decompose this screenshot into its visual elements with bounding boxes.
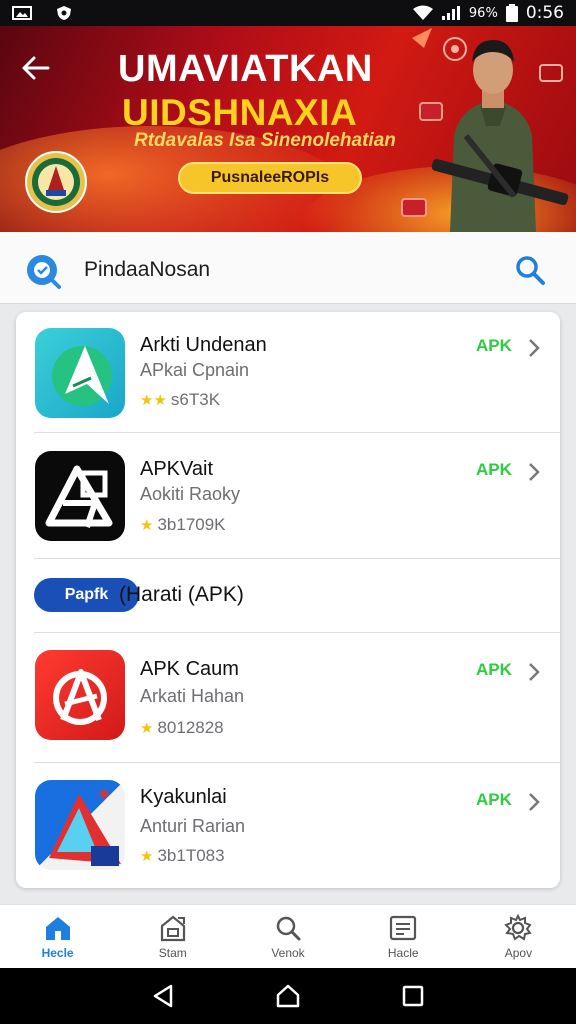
app-stat: ★ 8012828 xyxy=(140,718,224,737)
back-triangle-icon[interactable] xyxy=(149,982,177,1010)
app-developer: Aokiti Raoky xyxy=(140,484,241,504)
apk-badge: APK xyxy=(476,790,512,809)
section-header: Papfk (Harati (APK) xyxy=(16,560,560,630)
hero-subtitle: Rtdavalas Isa Sinenolehatian xyxy=(134,130,396,151)
gear-icon xyxy=(504,913,533,941)
hero-title: UMAVIATKAN xyxy=(118,48,373,90)
back-arrow-icon[interactable] xyxy=(18,50,54,86)
apk-badge: APK xyxy=(476,336,512,355)
recents-icon[interactable] xyxy=(399,982,427,1010)
chevron-right-icon xyxy=(529,663,540,681)
apk-badge: APK xyxy=(476,460,512,479)
wifi-icon xyxy=(412,5,433,20)
app-stat: ★ 3b1709K xyxy=(140,515,226,534)
app-name: APK Caum xyxy=(140,658,239,680)
battery-icon xyxy=(505,4,518,22)
signal-icon xyxy=(441,6,460,20)
app-developer: Arkati Hahan xyxy=(140,686,245,706)
star-icon: ★ xyxy=(140,848,154,865)
brand-logo-icon xyxy=(27,255,61,289)
nav-item-settings[interactable]: Apov xyxy=(461,905,576,968)
divider xyxy=(34,762,560,763)
app-developer: Anturi Rarian xyxy=(140,816,246,836)
chevron-right-icon xyxy=(529,463,540,481)
star-icon: ★ xyxy=(140,720,154,737)
bottom-nav: Hecle Stam Venok Hacle Apov xyxy=(0,904,576,968)
store-icon xyxy=(160,915,185,941)
app-row[interactable]: APKVait Aokiti Raoky ★ 3b1709K APK xyxy=(16,436,560,560)
home-icon xyxy=(45,916,70,940)
divider xyxy=(34,558,560,559)
nav-item-search[interactable]: Venok xyxy=(230,905,345,968)
nav-item-store[interactable]: Stam xyxy=(115,905,230,968)
soldier-illustration xyxy=(431,40,569,232)
app-icon xyxy=(35,650,125,740)
star-icon: ★ xyxy=(140,517,154,534)
search-input[interactable]: PindaaNosan xyxy=(84,258,210,282)
hero-cta-button[interactable]: PusnaleeROPIs xyxy=(178,162,362,194)
image-notification-icon xyxy=(12,6,32,20)
app-name: Arkti Undenan xyxy=(140,334,267,356)
app-icon xyxy=(35,780,125,870)
status-bar: 96% 0:56 xyxy=(0,0,576,26)
nav-item-home[interactable]: Hecle xyxy=(0,905,115,968)
search-bar[interactable]: PindaaNosan xyxy=(0,232,576,304)
nav-item-list[interactable]: Hacle xyxy=(346,905,461,968)
shield-notification-icon xyxy=(57,6,71,20)
app-stat: ★ 3b1T083 xyxy=(140,846,225,865)
hero-banner: UMAVIATKAN UIDSHNAXIA Rtdavalas Isa Sine… xyxy=(0,26,576,232)
search-icon[interactable] xyxy=(512,252,548,288)
battery-percent: 96% xyxy=(468,5,498,21)
app-row[interactable]: APK Caum Arkati Hahan ★ 8012828 APK xyxy=(16,636,560,760)
divider xyxy=(34,432,560,433)
star-icon: ★★ xyxy=(140,392,167,409)
section-title: (Harati (APK) xyxy=(119,583,244,606)
app-row[interactable]: Kyakunlai Anturi Rarian ★ 3b1T083 APK xyxy=(16,766,560,888)
chevron-right-icon xyxy=(529,793,540,811)
home-button-icon[interactable] xyxy=(274,982,302,1010)
app-name: APKVait xyxy=(140,458,213,480)
app-name: Kyakunlai xyxy=(140,786,227,808)
emblem-logo xyxy=(25,151,87,213)
app-stat: ★★ s6T3K xyxy=(140,390,221,409)
app-row[interactable]: Arkti Undenan APkai Cpnain ★★ s6T3K APK xyxy=(16,312,560,436)
list-icon xyxy=(390,915,417,940)
app-list-card: Arkti Undenan APkai Cpnain ★★ s6T3K APK … xyxy=(16,312,560,888)
search-icon xyxy=(276,916,301,940)
app-icon xyxy=(35,328,125,418)
apk-badge: APK xyxy=(476,660,512,679)
app-developer: APkai Cpnain xyxy=(140,360,250,380)
divider xyxy=(34,632,560,633)
app-icon xyxy=(35,451,125,541)
chevron-right-icon xyxy=(529,339,540,357)
system-nav-bar xyxy=(0,968,576,1024)
hero-title-secondary: UIDSHNAXIA xyxy=(122,92,358,133)
clock: 0:56 xyxy=(525,3,564,23)
